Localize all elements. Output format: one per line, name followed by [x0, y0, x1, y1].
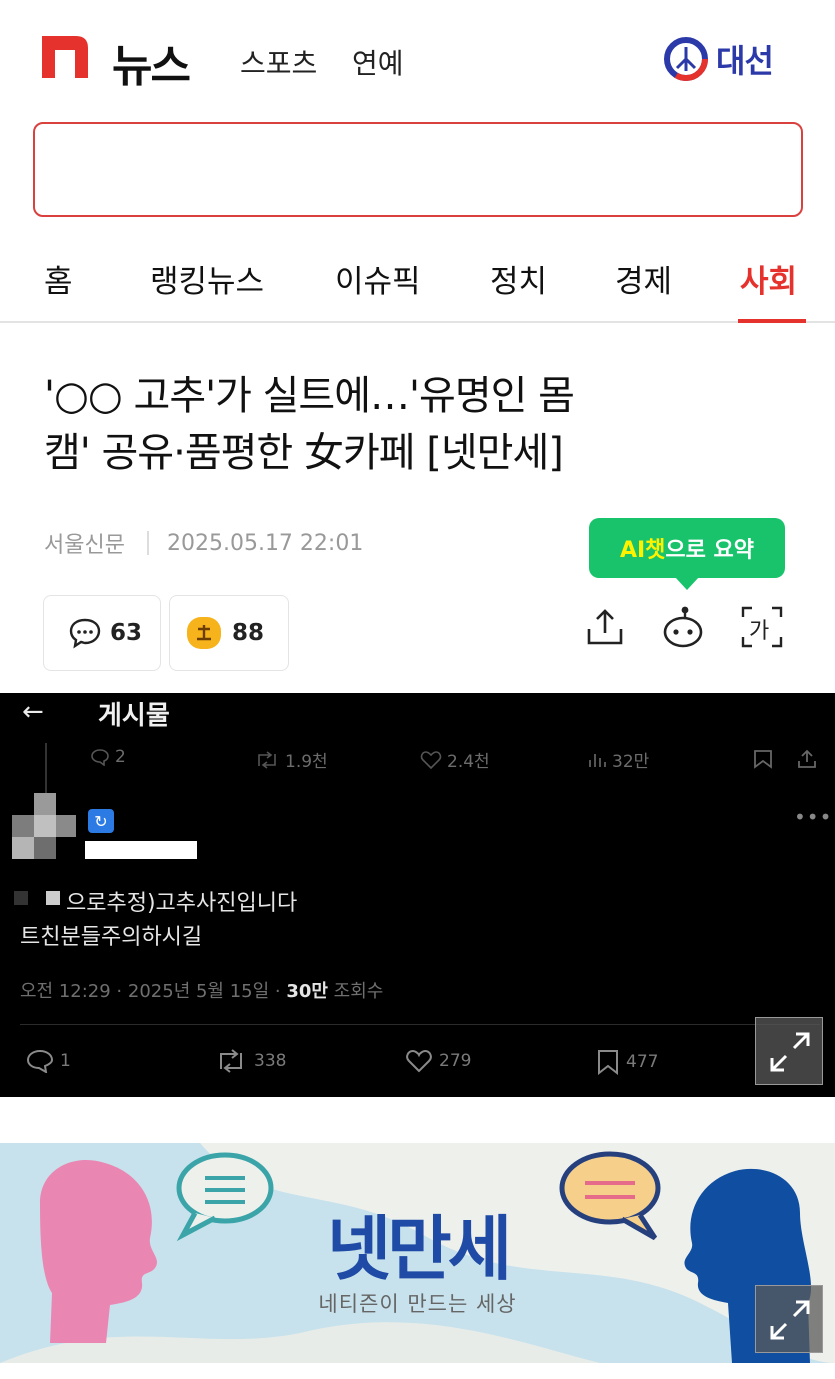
bookmark-count: 477: [626, 1052, 659, 1072]
article-title-line1: '○○ 고추'가 실트에…'유명인 몸: [44, 373, 575, 419]
reaction-count: 88: [232, 620, 265, 646]
tab-ranking-news[interactable]: 랭킹뉴스: [150, 256, 264, 301]
like-count: 279: [439, 1051, 472, 1071]
banner-title: 넷만세: [326, 1208, 512, 1290]
post-text-line1-content: 으로추정)고추사진입니다: [66, 891, 298, 916]
netmanse-banner: 넷만세 네티즌이 만드는 세상: [0, 1143, 835, 1363]
post-text-line2: 트친분들주의하시길: [20, 925, 203, 950]
news-logo-text[interactable]: 뉴스: [112, 30, 191, 94]
back-arrow-icon: ←: [22, 697, 44, 727]
election-label: 대선: [716, 42, 774, 80]
reply-icon: [26, 1049, 54, 1073]
expand-icon: [770, 1300, 810, 1340]
meta-divider: [146, 531, 149, 555]
reply-action: 1: [26, 1049, 71, 1073]
font-size-button[interactable]: 가: [740, 605, 784, 649]
prev-view-stat: 32만: [587, 747, 649, 772]
heart-icon: [406, 1049, 432, 1073]
redacted-username: [85, 841, 197, 859]
post-timestamp-text: 오전 12:29 · 2025년 5월 15일 ·: [20, 981, 287, 1002]
like-action: 279: [405, 1049, 471, 1073]
thread-line: [45, 743, 47, 793]
prev-reply-stat: 2: [90, 747, 126, 767]
post-timestamp: 오전 12:29 · 2025년 5월 15일 · 30만 조회수: [20, 977, 383, 1003]
article-title-line2: 캠' 공유·품평한 女카페 [넷만세]: [44, 430, 564, 476]
retweet-action: 338: [214, 1049, 286, 1073]
prev-view-count: 32만: [612, 752, 650, 772]
article-meta: 서울신문 2025.05.17 22:01: [44, 527, 363, 559]
bookmark-icon: [598, 1050, 618, 1075]
article-datetime: 2025.05.17 22:01: [166, 530, 364, 556]
post-text-line1: 으로추정)고추사진입니다: [20, 885, 297, 917]
post-header-title: 게시물: [98, 701, 170, 731]
prev-retweet-stat: 1.9천: [254, 747, 328, 772]
font-size-label: 가: [749, 619, 770, 644]
reply-count: 1: [60, 1051, 71, 1071]
bookmark-icon: [754, 750, 772, 769]
ballot-icon: [664, 37, 708, 81]
prev-reply-count: 2: [115, 747, 126, 767]
prev-like-stat: 2.4천: [420, 747, 490, 772]
election-link[interactable]: 대선: [664, 37, 774, 81]
share-icon[interactable]: [583, 605, 627, 649]
article-title: '○○ 고추'가 실트에…'유명인 몸 캠' 공유·품평한 女카페 [넷만세]: [44, 368, 804, 482]
ad-banner[interactable]: [33, 122, 803, 217]
article-source[interactable]: 서울신문: [44, 527, 125, 559]
views-chart-icon: [589, 753, 606, 767]
verified-badge: ↻: [88, 809, 114, 833]
bookmark-action: 477: [596, 1049, 658, 1075]
ai-chatbot-icon[interactable]: [661, 605, 705, 649]
comments-button[interactable]: 63: [43, 595, 161, 671]
ai-summary-suffix: 으로 요약: [665, 538, 755, 563]
comment-icon: [69, 618, 101, 649]
ai-summary-tooltip[interactable]: AI챗 으로 요약: [589, 518, 785, 590]
tab-society[interactable]: 사회: [740, 256, 797, 301]
prev-retweet-count: 1.9천: [285, 752, 328, 772]
category-tabs: 홈 랭킹뉴스 이슈픽 정치 경제 사회: [0, 226, 835, 323]
share-post-icon: [798, 749, 816, 768]
tab-politics[interactable]: 정치: [490, 256, 547, 301]
ai-summary-prefix: AI챗: [619, 538, 666, 563]
sports-link[interactable]: 스포츠: [240, 42, 317, 82]
post-divider: [20, 1024, 820, 1025]
post-view-label: 조회수: [327, 981, 384, 1002]
tab-economy[interactable]: 경제: [615, 256, 672, 301]
retweet-icon: [258, 750, 276, 769]
expand-banner-button[interactable]: [755, 1285, 823, 1353]
reply-icon: [91, 749, 109, 766]
more-options-icon: •••: [794, 805, 833, 829]
expand-icon: [770, 1032, 810, 1072]
heart-icon: [420, 750, 442, 769]
blurred-avatar: [12, 793, 76, 859]
retweet-count: 338: [254, 1051, 287, 1071]
reaction-face-icon: [187, 617, 221, 649]
banner-subtitle: 네티즌이 만드는 세상: [318, 1292, 517, 1316]
post-view-count: 30만: [286, 981, 328, 1002]
expand-image-button[interactable]: [755, 1017, 823, 1085]
retweet-icon: [220, 1049, 242, 1073]
top-header: 뉴스 스포츠 연예 대선: [0, 0, 835, 118]
prev-like-count: 2.4천: [447, 752, 490, 772]
active-tab-indicator: [738, 319, 806, 323]
article-image-post-screenshot[interactable]: ← 게시물 2 1.9천 2.4천 32만 ↻ ••• 으로추정)고추사진입니다…: [0, 693, 835, 1097]
news-logo-icon[interactable]: [42, 36, 88, 78]
reaction-button[interactable]: 88: [169, 595, 289, 671]
entertainment-link[interactable]: 연예: [352, 42, 404, 82]
tab-home[interactable]: 홈: [44, 256, 73, 301]
comment-count: 63: [110, 620, 143, 646]
tab-issue-pick[interactable]: 이슈픽: [335, 256, 421, 301]
